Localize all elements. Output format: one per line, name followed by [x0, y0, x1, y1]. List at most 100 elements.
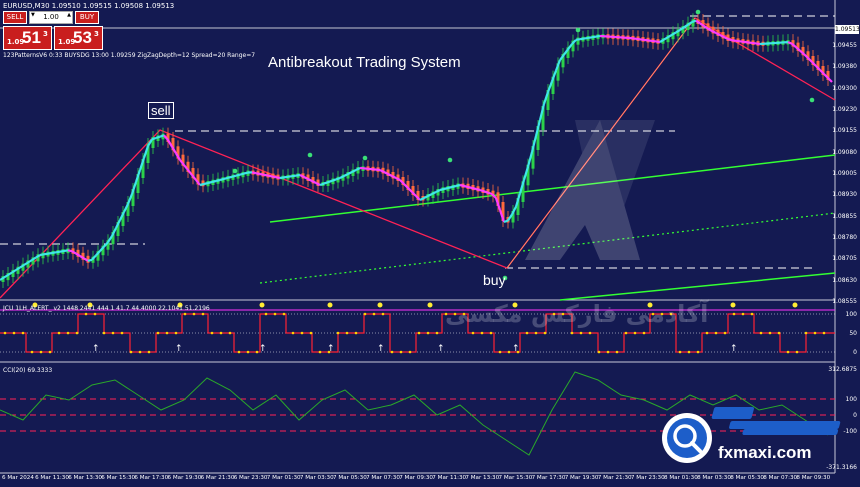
sell-annotation[interactable]: sell: [148, 102, 174, 119]
lot-size-input[interactable]: ▼ 1.00 ▲: [29, 11, 73, 24]
sell-price-button[interactable]: 1.09 51 3: [3, 26, 52, 50]
alert-dot: [786, 350, 790, 354]
hma-segment: [471, 186, 477, 191]
hma-segment: [323, 181, 329, 185]
alert-dot: [435, 331, 439, 335]
alert-dot: [183, 312, 187, 316]
alert-dot: [30, 350, 34, 354]
price-axis-label: 1.09080: [832, 148, 857, 156]
hma-segment: [455, 183, 461, 188]
time-axis-label: 8 Mar 03:30: [697, 475, 731, 481]
signal-dot: [575, 27, 581, 33]
hma-segment: [643, 38, 649, 42]
alert-dot: [372, 312, 376, 316]
hma-segment: [239, 172, 245, 176]
hma-segment: [463, 184, 469, 189]
hma-segment: [211, 179, 217, 184]
time-axis-label: 8 Mar 07:30: [763, 475, 798, 481]
hma-segment: [479, 188, 485, 193]
indicator1-axis-label: 100: [845, 311, 857, 318]
time-axis-label: 7 Mar 01:30: [266, 475, 301, 481]
hma-segment: [291, 174, 297, 178]
sell-button[interactable]: SELL: [3, 11, 27, 24]
alert-dot: [354, 331, 358, 335]
up-arrow-icon: ↑: [92, 344, 100, 354]
hma-segment: [579, 37, 585, 41]
lot-value: 1.00: [43, 13, 59, 21]
alert-dot: [534, 331, 538, 335]
time-axis-label: 7 Mar 15:30: [498, 475, 533, 481]
hma-segment: [151, 136, 157, 141]
lot-decrease-icon[interactable]: ▼: [31, 13, 35, 18]
alert-dot: [75, 331, 79, 335]
alert-dot: [84, 312, 88, 316]
alert-top-dot: [427, 302, 433, 308]
hma-segment: [727, 37, 733, 42]
alert-dot: [642, 331, 646, 335]
alert-dot: [255, 350, 259, 354]
hma-segment: [459, 183, 465, 188]
hma-segment: [67, 249, 73, 253]
alert-dot: [156, 331, 160, 335]
alert-dot: [390, 350, 394, 354]
alert-dot: [759, 331, 763, 335]
time-axis-label: 7 Mar 07:30: [366, 475, 400, 481]
alert-dot: [300, 331, 304, 335]
hma-segment: [731, 39, 737, 42]
hma-segment: [251, 171, 257, 175]
alert-dot: [822, 331, 826, 335]
alert-dot: [282, 312, 286, 316]
hma-segment: [591, 35, 597, 39]
time-axis-label: 7 Mar 23:30: [630, 475, 665, 481]
alert-dot: [426, 331, 430, 335]
alert-dot: [102, 331, 106, 335]
hma-segment: [335, 176, 341, 181]
hma-segment: [275, 176, 281, 180]
price-axis-label: 1.08630: [832, 276, 857, 284]
alert-dot: [633, 331, 637, 335]
hma-segment: [283, 175, 289, 179]
hma-segment: [327, 179, 333, 184]
alert-dot: [804, 331, 808, 335]
up-arrow-icon: ↑: [175, 344, 183, 354]
alert-dot: [732, 312, 736, 316]
alert-dot: [678, 350, 682, 354]
lot-increase-icon[interactable]: ▲: [67, 13, 71, 18]
alert-dot: [741, 312, 745, 316]
buy-annotation[interactable]: buy: [483, 272, 506, 288]
hma-segment: [255, 172, 261, 176]
alert-dot: [165, 331, 169, 335]
hma-segment: [787, 41, 793, 45]
hma-segment: [635, 37, 641, 41]
buy-price-button[interactable]: 1.09 53 3: [54, 26, 103, 50]
alert-dot: [489, 331, 493, 335]
hma-segment: [739, 40, 745, 43]
alert-dot: [768, 331, 772, 335]
alert-dot: [138, 350, 142, 354]
alert-dot: [201, 312, 205, 316]
alert-dot: [3, 331, 7, 335]
signal-dot: [695, 9, 701, 15]
alert-dot: [381, 312, 385, 316]
sell-price-main: 51: [22, 28, 41, 47]
hma-segment: [39, 253, 45, 257]
time-axis[interactable]: 6 Mar 2024 6 Mar 11:30 6 Mar 13:30 6 Mar 15…: [0, 473, 835, 487]
alert-dot: [813, 331, 817, 335]
hma-segment: [747, 41, 753, 45]
hma-segment: [243, 171, 249, 175]
alert-top-dot: [377, 302, 383, 308]
hma-segment: [295, 173, 301, 177]
signal-dot: [809, 97, 815, 103]
alert-dot: [363, 312, 367, 316]
hma-segment: [647, 39, 653, 43]
hma-segment: [223, 176, 229, 180]
alert-dot: [93, 312, 97, 316]
time-axis-label: 7 Mar 05:30: [333, 475, 367, 481]
alert-dot: [318, 350, 322, 354]
buy-button[interactable]: BUY: [75, 11, 99, 24]
alert-dot: [237, 350, 241, 354]
hma-segment: [575, 38, 581, 41]
hma-segment: [319, 182, 325, 187]
hma-segment: [287, 175, 293, 178]
indicator1-label: JCU 1LH_ALERT_ v2 1448 2441 444 1 41.7 4…: [3, 305, 210, 312]
